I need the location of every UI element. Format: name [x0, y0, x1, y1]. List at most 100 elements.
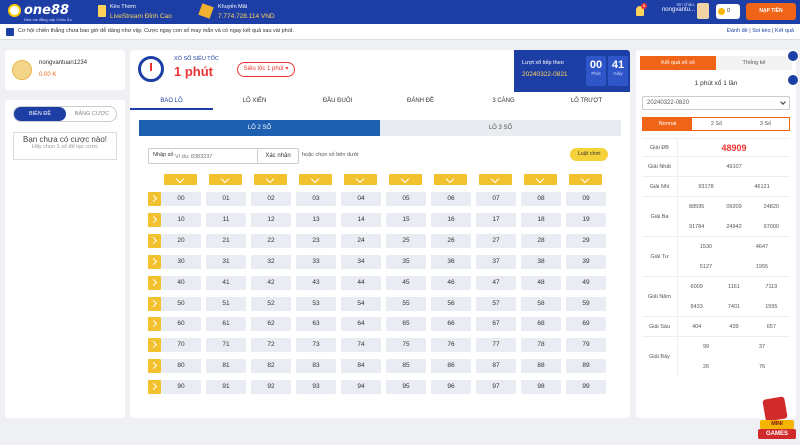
- number-cell[interactable]: 96: [431, 380, 471, 395]
- number-cell[interactable]: 53: [296, 296, 336, 311]
- number-cell[interactable]: 08: [521, 192, 561, 206]
- number-cell[interactable]: 64: [341, 317, 381, 332]
- number-cell[interactable]: 94: [341, 380, 381, 395]
- number-cell[interactable]: 51: [206, 296, 246, 311]
- promo-livestream[interactable]: Kèo Thơm LiveStream Đỉnh Cao: [98, 3, 198, 21]
- number-cell[interactable]: 47: [476, 275, 516, 290]
- column-select-button[interactable]: [434, 174, 467, 185]
- number-cell[interactable]: 84: [341, 359, 381, 374]
- number-cell[interactable]: 82: [251, 359, 291, 374]
- number-cell[interactable]: 23: [296, 233, 336, 248]
- number-cell[interactable]: 01: [206, 192, 246, 206]
- number-cell[interactable]: 19: [566, 212, 606, 227]
- header-avatar[interactable]: [697, 3, 709, 19]
- number-cell[interactable]: 93: [296, 380, 336, 395]
- number-cell[interactable]: 78: [521, 338, 561, 353]
- tab-bang-cuoc[interactable]: BẢNG CƯỢC: [66, 107, 118, 121]
- number-cell[interactable]: 97: [476, 380, 516, 395]
- number-cell[interactable]: 24: [341, 233, 381, 248]
- number-cell[interactable]: 89: [566, 359, 606, 374]
- number-cell[interactable]: 27: [476, 233, 516, 248]
- number-cell[interactable]: 73: [296, 338, 336, 353]
- number-cell[interactable]: 44: [341, 275, 381, 290]
- number-cell[interactable]: 72: [251, 338, 291, 353]
- number-cell[interactable]: 74: [341, 338, 381, 353]
- number-cell[interactable]: 67: [476, 317, 516, 332]
- number-cell[interactable]: 22: [251, 233, 291, 248]
- row-select-button[interactable]: [148, 275, 161, 290]
- number-cell[interactable]: 57: [476, 296, 516, 311]
- number-cell[interactable]: 20: [161, 233, 201, 248]
- tab-statistics[interactable]: Thống kê: [716, 56, 792, 70]
- number-cell[interactable]: 43: [296, 275, 336, 290]
- number-cell[interactable]: 38: [521, 254, 561, 269]
- deposit-button[interactable]: NẠP TIỀN: [746, 3, 796, 20]
- row-select-button[interactable]: [148, 338, 161, 353]
- row-select-button[interactable]: [148, 296, 161, 311]
- number-cell[interactable]: 92: [251, 380, 291, 395]
- number-cell[interactable]: 95: [386, 380, 426, 395]
- tab-bien-de[interactable]: BIÊN ĐỀ: [14, 107, 66, 121]
- row-select-button[interactable]: [148, 192, 161, 206]
- number-cell[interactable]: 06: [431, 192, 471, 206]
- number-cell[interactable]: 77: [476, 338, 516, 353]
- number-cell[interactable]: 15: [386, 212, 426, 227]
- number-cell[interactable]: 28: [521, 233, 561, 248]
- number-cell[interactable]: 98: [521, 380, 561, 395]
- row-select-button[interactable]: [148, 254, 161, 269]
- number-cell[interactable]: 62: [251, 317, 291, 332]
- column-select-button[interactable]: [344, 174, 377, 185]
- number-cell[interactable]: 68: [521, 317, 561, 332]
- number-cell[interactable]: 03: [296, 192, 336, 206]
- number-cell[interactable]: 48: [521, 275, 561, 290]
- mode-3-so[interactable]: 3 Số: [741, 118, 790, 130]
- number-cell[interactable]: 32: [251, 254, 291, 269]
- number-cell[interactable]: 14: [341, 212, 381, 227]
- number-cell[interactable]: 52: [251, 296, 291, 311]
- mini-games-launcher[interactable]: MINI GAMES: [756, 396, 800, 442]
- number-cell[interactable]: 76: [431, 338, 471, 353]
- number-cell[interactable]: 56: [431, 296, 471, 311]
- number-cell[interactable]: 90: [161, 380, 201, 395]
- number-cell[interactable]: 35: [386, 254, 426, 269]
- number-cell[interactable]: 02: [251, 192, 291, 206]
- number-cell[interactable]: 17: [476, 212, 516, 227]
- number-cell[interactable]: 54: [341, 296, 381, 311]
- promo-bonus[interactable]: Khuyến Mãi 7.774.728.114 VND: [198, 3, 300, 21]
- column-select-button[interactable]: [254, 174, 287, 185]
- number-cell[interactable]: 13: [296, 212, 336, 227]
- number-cell[interactable]: 42: [251, 275, 291, 290]
- number-cell[interactable]: 91: [206, 380, 246, 395]
- mode-normal[interactable]: Normal: [643, 118, 692, 130]
- number-cell[interactable]: 12: [251, 212, 291, 227]
- number-cell[interactable]: 16: [431, 212, 471, 227]
- number-cell[interactable]: 10: [161, 212, 201, 227]
- results-date-select[interactable]: 20240322-0820: [642, 96, 790, 110]
- number-cell[interactable]: 60: [161, 317, 201, 332]
- number-cell[interactable]: 07: [476, 192, 516, 206]
- number-cell[interactable]: 71: [206, 338, 246, 353]
- number-cell[interactable]: 55: [386, 296, 426, 311]
- number-cell[interactable]: 26: [431, 233, 471, 248]
- column-select-button[interactable]: [299, 174, 332, 185]
- side-settings-icon[interactable]: [787, 74, 799, 86]
- number-cell[interactable]: 49: [566, 275, 606, 290]
- number-cell[interactable]: 85: [386, 359, 426, 374]
- number-cell[interactable]: 65: [386, 317, 426, 332]
- number-cell[interactable]: 36: [431, 254, 471, 269]
- number-cell[interactable]: 41: [206, 275, 246, 290]
- number-cell[interactable]: 58: [521, 296, 561, 311]
- row-select-button[interactable]: [148, 380, 161, 395]
- tab-lottery-results[interactable]: Kết quả xổ số: [640, 56, 716, 70]
- number-cell[interactable]: 86: [431, 359, 471, 374]
- number-cell[interactable]: 05: [386, 192, 426, 206]
- column-select-button[interactable]: [524, 174, 557, 185]
- number-cell[interactable]: 88: [521, 359, 561, 374]
- row-select-button[interactable]: [148, 317, 161, 332]
- number-cell[interactable]: 46: [431, 275, 471, 290]
- number-cell[interactable]: 04: [341, 192, 381, 206]
- number-cell[interactable]: 34: [341, 254, 381, 269]
- number-cell[interactable]: 66: [431, 317, 471, 332]
- row-select-button[interactable]: [148, 359, 161, 374]
- number-cell[interactable]: 18: [521, 212, 561, 227]
